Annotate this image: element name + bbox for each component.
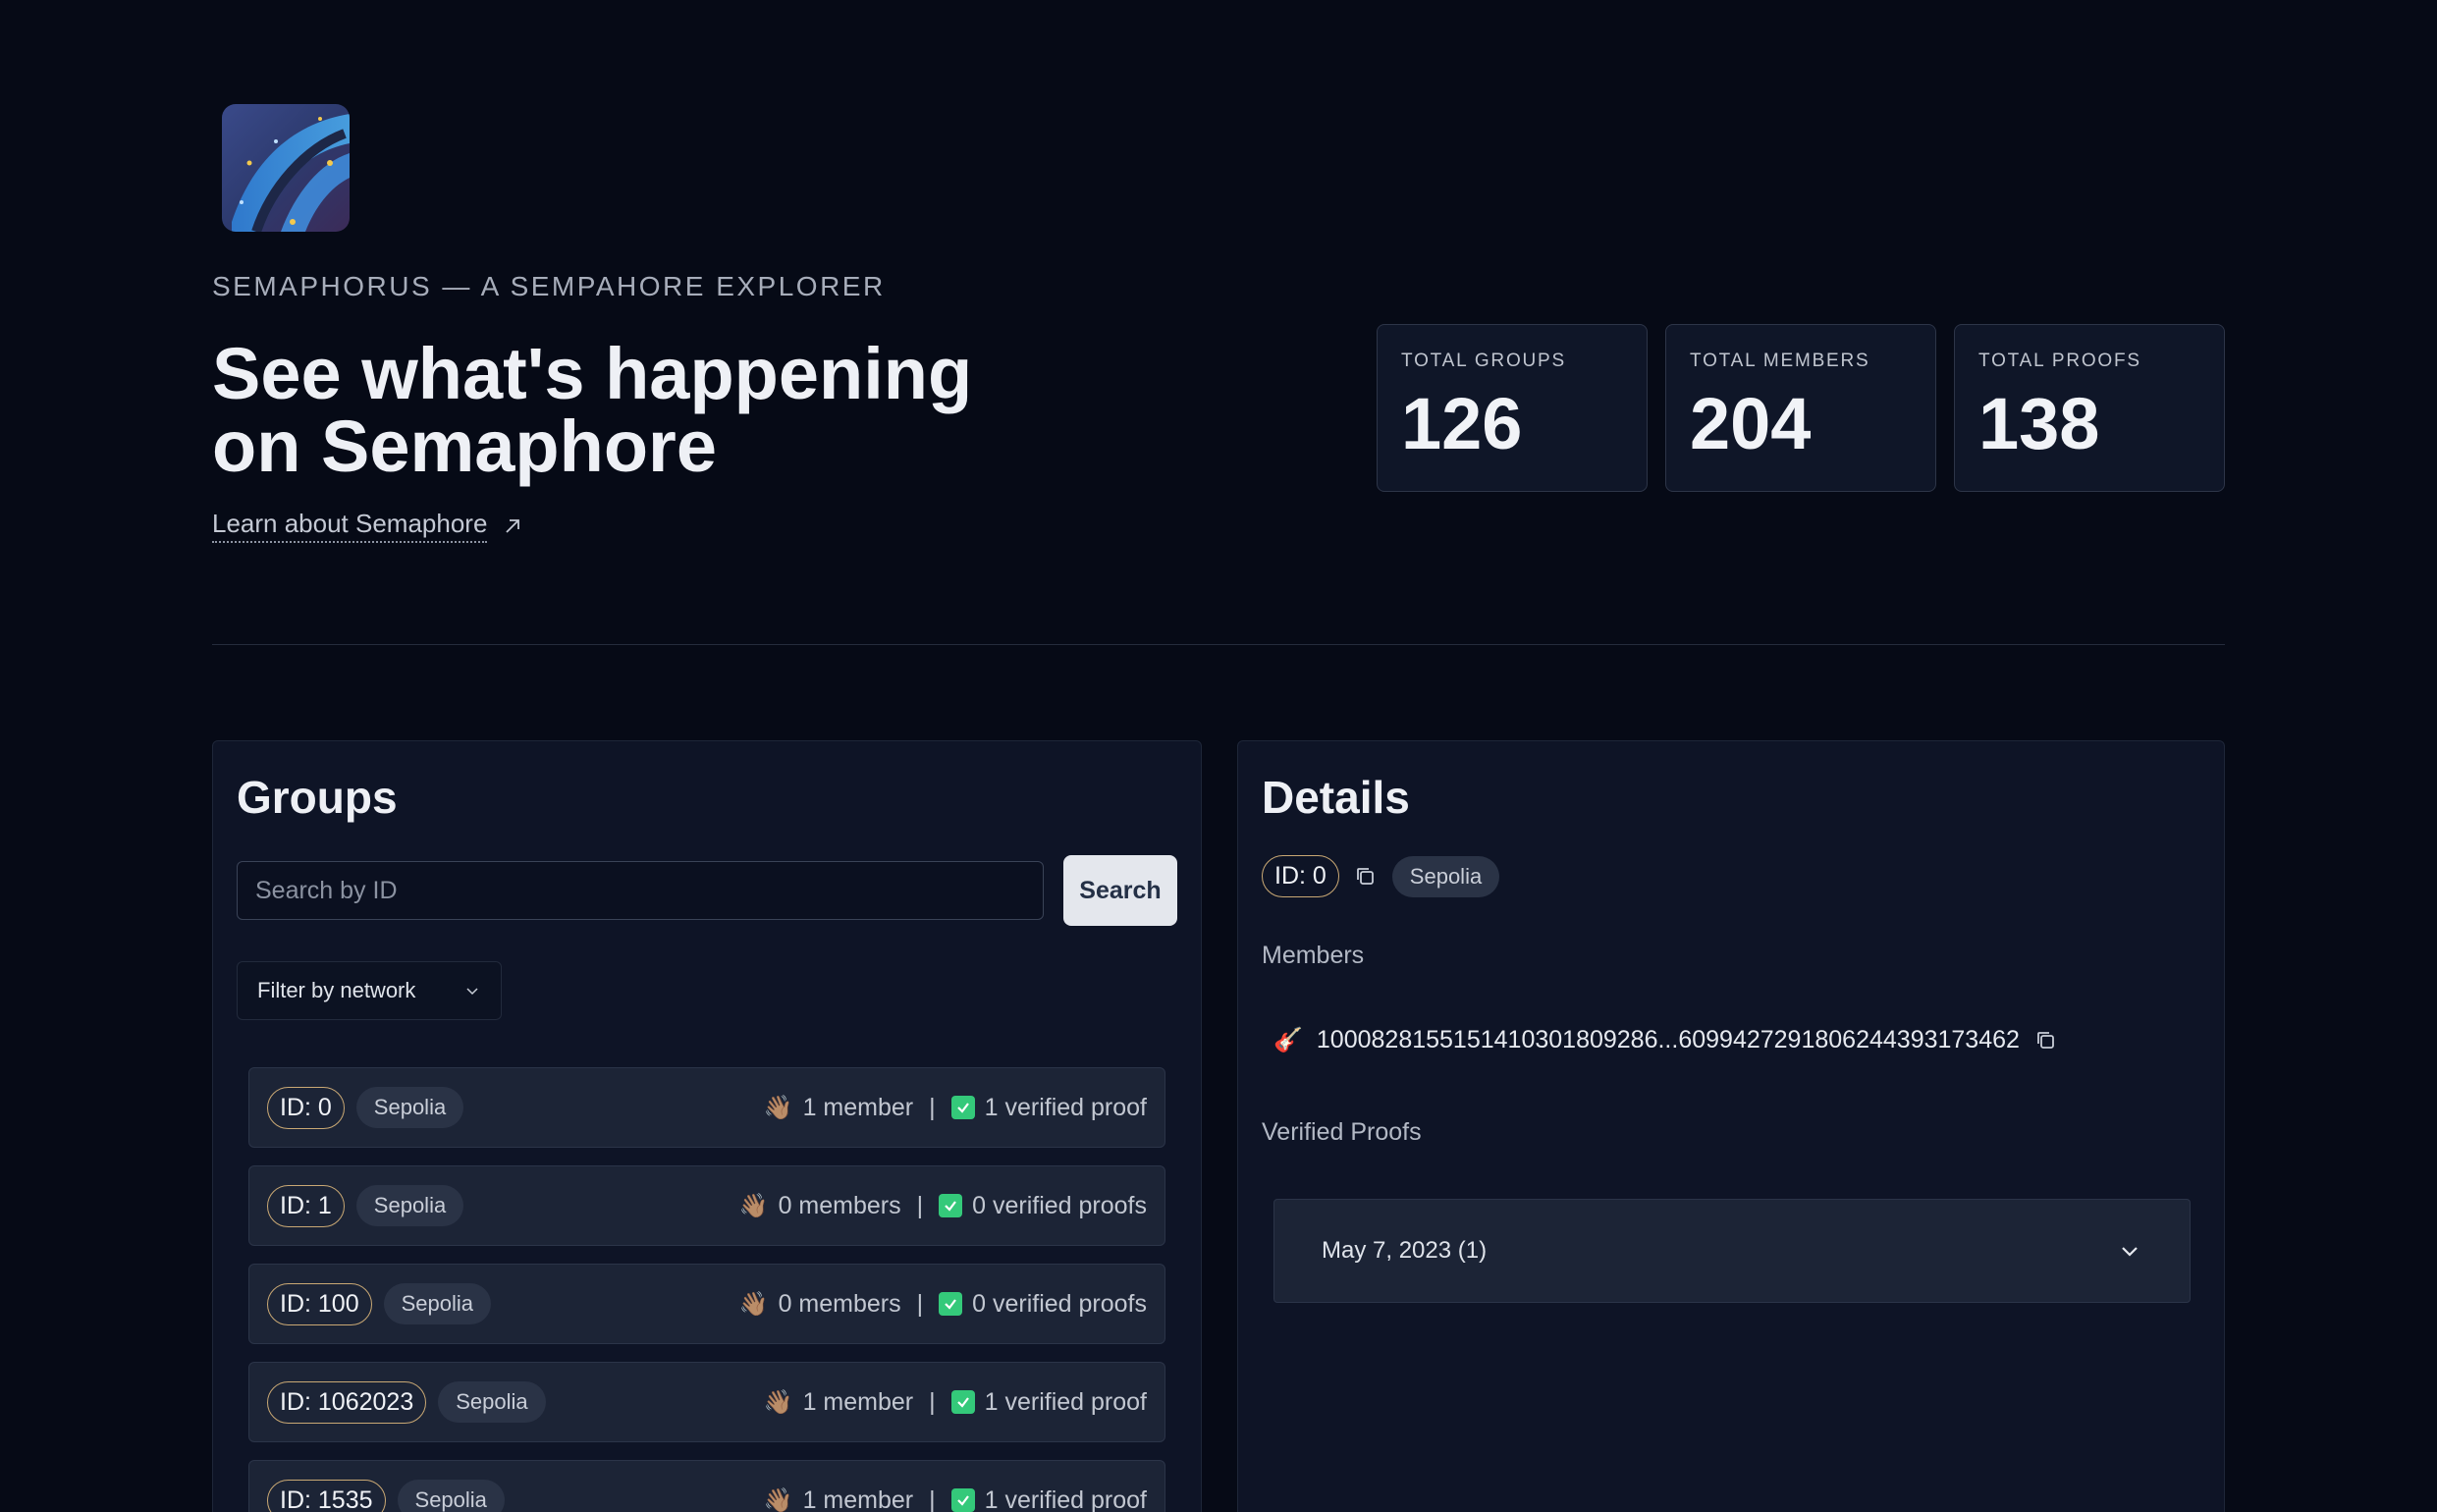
stat-total-proofs: TOTAL PROOFS 138 xyxy=(1954,324,2225,492)
detail-tags: ID: 0 Sepolia xyxy=(1262,855,1500,897)
page-headline: See what's happening on Semaphore xyxy=(212,338,1096,483)
member-count: 0 members xyxy=(778,1289,901,1318)
check-mark-icon xyxy=(939,1194,963,1217)
group-row[interactable]: ID: 100 Sepolia 👋🏽 0 members | 0 verifie… xyxy=(248,1264,1165,1344)
network-pill: Sepolia xyxy=(355,1185,464,1226)
stat-total-members: TOTAL MEMBERS 204 xyxy=(1665,324,1936,492)
headline-line-2: on Semaphore xyxy=(212,405,717,487)
member-count: 1 member xyxy=(802,1093,914,1121)
chevron-down-icon xyxy=(2122,1247,2138,1257)
proof-date-label: May 7, 2023 (1) xyxy=(1322,1237,1488,1264)
members-label: Members xyxy=(1262,942,1365,969)
proof-count: 1 verified proof xyxy=(984,1387,1147,1416)
group-row[interactable]: ID: 1062023 Sepolia 👋🏽 1 member | 1 veri… xyxy=(248,1362,1165,1442)
separator: | xyxy=(916,1191,924,1219)
proof-count: 0 verified proofs xyxy=(972,1289,1147,1318)
external-link-arrow-icon xyxy=(506,518,520,533)
member-commitment: 10008281551514103018092​86...60994272918… xyxy=(1316,1026,2020,1053)
guitar-icon: 🎸 xyxy=(1273,1027,1303,1053)
proof-count: 1 verified proof xyxy=(984,1485,1147,1512)
separator: | xyxy=(929,1485,936,1512)
group-list: ID: 0 Sepolia 👋🏽 1 member | 1 verified p… xyxy=(248,1067,1165,1512)
page: SEMAPHORUS — A SEMPAHORE EXPLORER See wh… xyxy=(0,0,2437,1512)
separator: | xyxy=(929,1387,936,1416)
filter-label: Filter by network xyxy=(257,978,416,1002)
stat-total-groups: TOTAL GROUPS 126 xyxy=(1377,324,1648,492)
stat-value: 126 xyxy=(1401,383,1523,464)
learn-about-semaphore-link[interactable]: Learn about Semaphore xyxy=(212,509,524,543)
copy-icon[interactable] xyxy=(1353,864,1379,890)
network-pill: Sepolia xyxy=(1391,855,1500,897)
waving-hand-icon: 👋🏽 xyxy=(763,1388,793,1416)
chevron-down-icon xyxy=(466,988,478,996)
check-mark-icon xyxy=(950,1096,975,1119)
semaphorus-logo-icon xyxy=(222,104,350,232)
group-id-pill: ID: 0 xyxy=(1262,855,1339,897)
verified-proofs-label: Verified Proofs xyxy=(1262,1118,1422,1146)
copy-icon[interactable] xyxy=(2033,1028,2059,1053)
network-pill: Sepolia xyxy=(438,1381,546,1423)
stats-cards: TOTAL GROUPS 126 TOTAL MEMBERS 204 TOTAL… xyxy=(1377,324,2225,492)
group-row[interactable]: ID: 1 Sepolia 👋🏽 0 members | 0 verified … xyxy=(248,1165,1165,1246)
network-pill: Sepolia xyxy=(383,1283,491,1324)
stat-label: TOTAL GROUPS xyxy=(1401,351,1566,371)
group-id-pill: ID: 1535 xyxy=(267,1479,386,1512)
stat-value: 138 xyxy=(1978,383,2100,464)
group-id-pill: ID: 0 xyxy=(267,1086,345,1129)
headline-line-1: See what's happening xyxy=(212,333,973,414)
waving-hand-icon: 👋🏽 xyxy=(763,1486,793,1512)
groups-title: Groups xyxy=(237,772,398,823)
separator: | xyxy=(916,1289,924,1318)
waving-hand-icon: 👋🏽 xyxy=(738,1192,769,1219)
check-mark-icon xyxy=(950,1390,975,1414)
learn-link-label: Learn about Semaphore xyxy=(212,509,488,543)
network-pill: Sepolia xyxy=(355,1087,464,1128)
proof-date-accordion[interactable]: May 7, 2023 (1) xyxy=(1273,1199,2191,1303)
proof-count: 1 verified proof xyxy=(984,1093,1147,1121)
waving-hand-icon: 👋🏽 xyxy=(738,1290,769,1318)
section-divider xyxy=(212,644,2225,645)
stat-label: TOTAL PROOFS xyxy=(1978,351,2141,371)
check-mark-icon xyxy=(950,1488,975,1512)
groups-panel: Groups Search Filter by network ID: 0 Se… xyxy=(212,740,1202,1512)
group-id-pill: ID: 1 xyxy=(267,1184,345,1227)
member-count: 1 member xyxy=(802,1387,914,1416)
check-mark-icon xyxy=(939,1292,963,1316)
group-id-pill: ID: 1062023 xyxy=(267,1380,427,1424)
group-row[interactable]: ID: 1535 Sepolia 👋🏽 1 member | 1 verifie… xyxy=(248,1460,1165,1512)
search-by-id-input[interactable] xyxy=(237,861,1044,920)
details-title: Details xyxy=(1262,772,1410,823)
member-count: 0 members xyxy=(778,1191,901,1219)
details-panel: Details ID: 0 Sepolia Members 🎸 10008281… xyxy=(1237,740,2225,1512)
member-item: 🎸 10008281551514103018092​86...609942729… xyxy=(1273,1026,2059,1054)
stat-label: TOTAL MEMBERS xyxy=(1690,351,1870,371)
member-count: 1 member xyxy=(802,1485,914,1512)
search-button[interactable]: Search xyxy=(1063,855,1177,926)
site-kicker: SEMAPHORUS — A SEMPAHORE EXPLORER xyxy=(212,271,886,301)
proof-count: 0 verified proofs xyxy=(972,1191,1147,1219)
waving-hand-icon: 👋🏽 xyxy=(763,1094,793,1121)
group-id-pill: ID: 100 xyxy=(267,1282,372,1325)
filter-by-network-dropdown[interactable]: Filter by network xyxy=(237,961,502,1020)
stat-value: 204 xyxy=(1690,383,1812,464)
network-pill: Sepolia xyxy=(397,1480,505,1512)
group-row[interactable]: ID: 0 Sepolia 👋🏽 1 member | 1 verified p… xyxy=(248,1067,1165,1148)
separator: | xyxy=(929,1093,936,1121)
